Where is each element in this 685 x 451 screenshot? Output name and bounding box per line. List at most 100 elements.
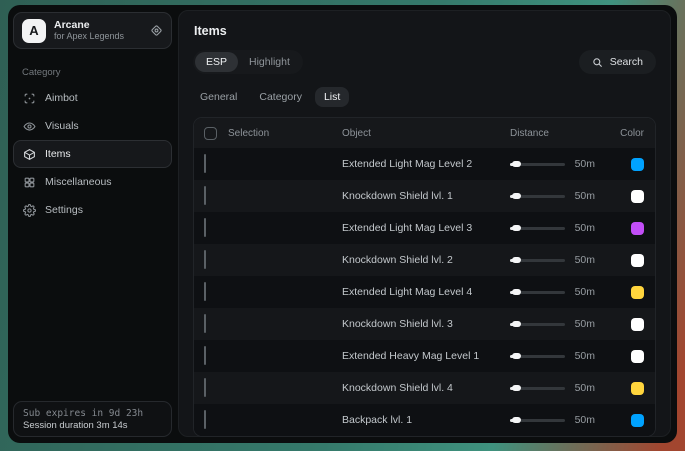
row-distance-value: 50m [575,222,595,234]
slider-thumb[interactable] [512,289,521,295]
subscription-info-card: Sub expires in 9d 23h Session duration 3… [13,401,172,437]
row-object: Extended Light Mag Level 4 [342,286,510,298]
distance-slider[interactable] [510,286,565,298]
sidebar-item-label: Items [45,148,71,160]
sidebar-item-miscellaneous[interactable]: Miscellaneous [13,168,172,196]
slider-thumb[interactable] [512,161,521,167]
table-row: Knockdown Shield lvl. 2 50m [194,244,655,276]
sidebar-item-label: Visuals [45,120,79,132]
app-logo: A [22,19,46,43]
column-header-selection: Selection [228,128,269,139]
table-row: Extended Light Mag Level 4 50m [194,276,655,308]
slider-thumb[interactable] [512,353,521,359]
tab-esp[interactable]: ESP [195,52,238,72]
distance-slider[interactable] [510,222,565,234]
row-distance-value: 50m [575,382,595,394]
row-object: Backpack lvl. 1 [342,414,510,426]
color-swatch[interactable] [631,222,644,235]
table-row: Knockdown Shield lvl. 1 50m [194,180,655,212]
color-swatch[interactable] [631,318,644,331]
slider-thumb[interactable] [512,193,521,199]
sidebar-item-aimbot[interactable]: Aimbot [13,84,172,112]
table-row: Knockdown Shield lvl. 3 50m [194,308,655,340]
color-swatch[interactable] [631,350,644,363]
row-checkbox[interactable] [204,218,206,237]
eye-icon [23,120,36,133]
slider-thumb[interactable] [512,417,521,423]
select-all-checkbox[interactable] [204,127,217,140]
search-icon [592,57,603,68]
gear-icon [23,204,36,217]
row-object: Extended Light Mag Level 3 [342,222,510,234]
session-duration-text: Session duration 3m 14s [23,420,162,431]
sidebar-nav: Aimbot Visuals Items [8,84,178,224]
row-object: Knockdown Shield lvl. 4 [342,382,510,394]
sidebar-item-settings[interactable]: Settings [13,196,172,224]
table-row: Extended Light Mag Level 2 50m [194,148,655,180]
tab-list[interactable]: List [315,87,349,107]
row-checkbox[interactable] [204,154,206,173]
row-distance-value: 50m [575,190,595,202]
app-window: A Arcane for Apex Legends Category [8,5,677,443]
table-row: Knockdown Shield lvl. 4 50m [194,372,655,404]
slider-thumb[interactable] [512,225,521,231]
mode-segmented-control: ESP Highlight [193,50,303,74]
color-swatch[interactable] [631,286,644,299]
crosshair-icon [23,92,36,105]
slider-thumb[interactable] [512,385,521,391]
tab-general[interactable]: General [191,87,246,107]
sub-expires-text: Sub expires in 9d 23h [23,408,162,419]
category-label: Category [22,67,178,78]
row-distance-value: 50m [575,286,595,298]
distance-slider[interactable] [510,190,565,202]
row-checkbox[interactable] [204,282,206,301]
color-swatch[interactable] [631,158,644,171]
distance-slider[interactable] [510,414,565,426]
row-checkbox[interactable] [204,346,206,365]
row-object: Knockdown Shield lvl. 3 [342,318,510,330]
row-distance-value: 50m [575,254,595,266]
row-checkbox[interactable] [204,314,206,333]
slider-thumb[interactable] [512,257,521,263]
app-subtitle: for Apex Legends [54,31,142,41]
sidebar-item-items[interactable]: Items [13,140,172,168]
grid-icon [23,176,36,189]
color-swatch[interactable] [631,414,644,427]
page-title: Items [194,24,656,38]
items-table: Selection Object Distance Color Extended… [193,117,656,437]
distance-slider[interactable] [510,254,565,266]
row-distance-value: 50m [575,414,595,426]
distance-slider[interactable] [510,350,565,362]
table-row: Extended Heavy Mag Level 1 50m [194,340,655,372]
color-swatch[interactable] [631,254,644,267]
sidebar-item-label: Settings [45,204,83,216]
app-name: Arcane [54,19,142,31]
app-titles: Arcane for Apex Legends [54,19,142,41]
distance-slider[interactable] [510,382,565,394]
distance-slider[interactable] [510,318,565,330]
row-object: Knockdown Shield lvl. 1 [342,190,510,202]
row-distance-value: 50m [575,350,595,362]
color-swatch[interactable] [631,190,644,203]
sidebar-item-visuals[interactable]: Visuals [13,112,172,140]
row-object: Extended Heavy Mag Level 1 [342,350,510,362]
tab-highlight[interactable]: Highlight [238,52,301,72]
sidebar-item-label: Miscellaneous [45,176,112,188]
main-panel: Items ESP Highlight Search General Categ… [178,10,671,437]
table-body: Extended Light Mag Level 2 50m Knockdown… [194,148,655,436]
search-button[interactable]: Search [579,50,656,74]
row-checkbox[interactable] [204,186,206,205]
row-checkbox[interactable] [204,378,206,397]
sidebar: A Arcane for Apex Legends Category [8,5,178,443]
distance-slider[interactable] [510,158,565,170]
row-checkbox[interactable] [204,250,206,269]
row-checkbox[interactable] [204,410,206,429]
table-row: Extended Light Mag Level 3 50m [194,212,655,244]
target-icon[interactable] [150,24,163,37]
color-swatch[interactable] [631,382,644,395]
slider-thumb[interactable] [512,321,521,327]
box-icon [23,148,36,161]
tab-category[interactable]: Category [250,87,311,107]
table-row: Backpack lvl. 1 50m [194,404,655,436]
row-object: Knockdown Shield lvl. 2 [342,254,510,266]
